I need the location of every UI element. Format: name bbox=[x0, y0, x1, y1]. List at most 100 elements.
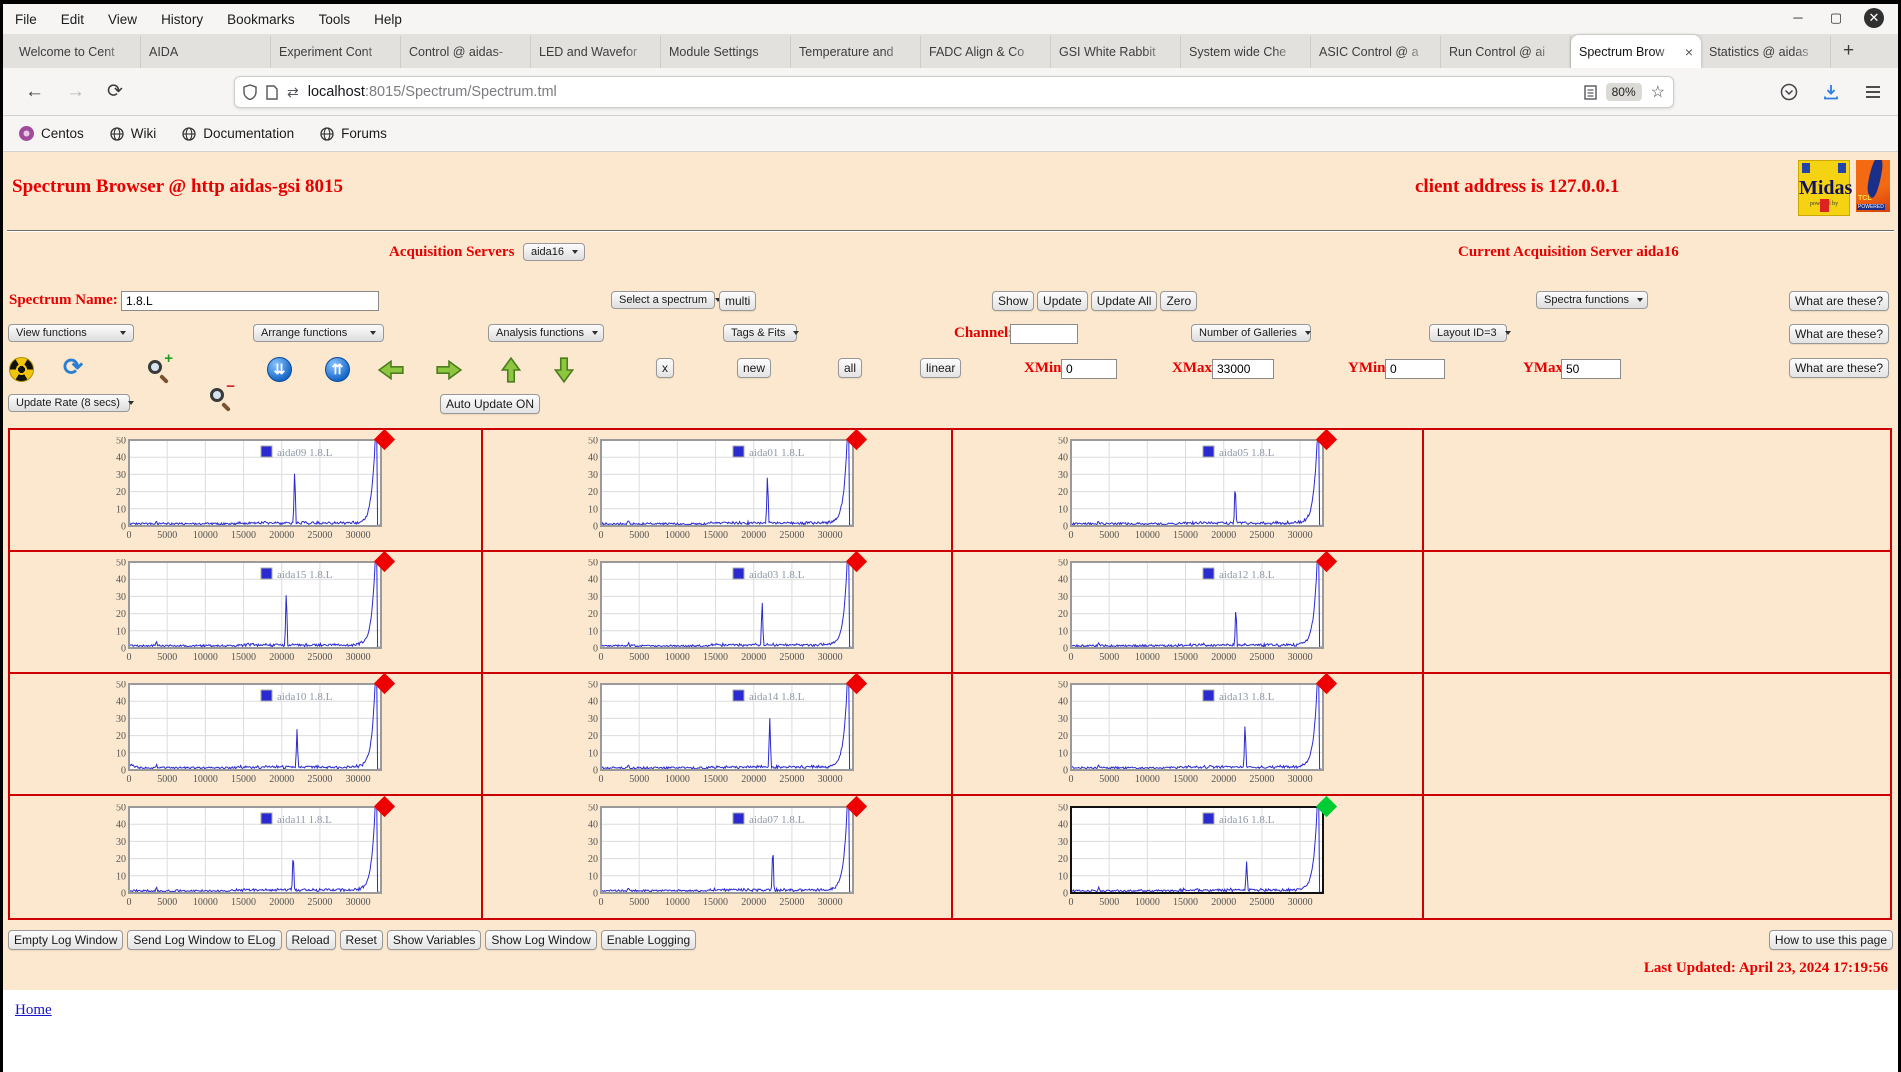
how-to-use-button[interactable]: How to use this page bbox=[1768, 930, 1893, 950]
tab-temperature-and[interactable]: Temperature and bbox=[791, 36, 921, 68]
what-are-these-button-1[interactable]: What are these? bbox=[1788, 291, 1889, 311]
bookmark-documentation[interactable]: Documentation bbox=[182, 126, 294, 141]
menu-tools[interactable]: Tools bbox=[319, 12, 351, 27]
tab-welcome-to-cent[interactable]: Welcome to Cent bbox=[11, 36, 141, 68]
what-are-these-button-2[interactable]: What are these? bbox=[1788, 324, 1889, 344]
spectrum-panel-aida13[interactable]: aida13 1.8.L 0 10 20 30 40 50 0 5000 10000 15000 20… bbox=[1045, 672, 1338, 787]
download-icon[interactable] bbox=[1822, 83, 1840, 101]
reload-icon[interactable]: ⟳ bbox=[107, 80, 123, 103]
arrow-left-icon[interactable] bbox=[377, 358, 405, 382]
show-log-window-button[interactable]: Show Log Window bbox=[485, 930, 597, 950]
acquisition-server-select[interactable]: aida16 bbox=[523, 243, 585, 261]
spectrum-panel-aida03[interactable]: aida03 1.8.L 0 10 20 30 40 50 0 5000 10000 15000 20… bbox=[575, 550, 867, 665]
forward-icon[interactable]: → bbox=[66, 81, 85, 103]
spectrum-panel-aida16[interactable]: aida16 1.8.L 0 10 20 30 40 50 0 5000 10000 15000 20… bbox=[1045, 795, 1338, 910]
spectrum-plot[interactable]: aida10 1.8.L 0 10 20 30 40 50 0 5000 10000 15000 20… bbox=[103, 680, 388, 785]
galleries-dropdown[interactable]: Number of Galleries bbox=[1191, 324, 1311, 342]
menu-edit[interactable]: Edit bbox=[61, 12, 84, 27]
reset-button[interactable]: Reset bbox=[339, 930, 383, 950]
tab-close-icon[interactable]: × bbox=[1685, 44, 1693, 60]
spectra-functions-dropdown[interactable]: Spectra functions bbox=[1536, 291, 1648, 309]
spectrum-panel-aida10[interactable]: aida10 1.8.L 0 10 20 30 40 50 0 5000 10000 15000 20… bbox=[103, 672, 396, 787]
tab-experiment-cont[interactable]: Experiment Cont bbox=[271, 36, 401, 68]
show-button[interactable]: Show bbox=[992, 291, 1035, 311]
spectrum-plot[interactable]: aida15 1.8.L 0 10 20 30 40 50 0 5000 10000 15000 20… bbox=[103, 558, 388, 663]
spectrum-panel-aida09[interactable]: aida09 1.8.L 0 10 20 30 40 50 0 5000 10000 15000 20… bbox=[103, 428, 396, 543]
ymax-input[interactable] bbox=[1561, 359, 1621, 379]
menu-help[interactable]: Help bbox=[374, 12, 402, 27]
show-variables-button[interactable]: Show Variables bbox=[386, 930, 482, 950]
spectrum-name-input[interactable] bbox=[121, 291, 379, 311]
enable-logging-button[interactable]: Enable Logging bbox=[600, 930, 697, 950]
spectrum-plot[interactable]: aida14 1.8.L 0 10 20 30 40 50 0 5000 10000 15000 20… bbox=[575, 680, 860, 785]
empty-log-window-button[interactable]: Empty Log Window bbox=[8, 930, 124, 950]
ymin-input[interactable] bbox=[1385, 359, 1445, 379]
spectrum-panel-aida14[interactable]: aida14 1.8.L 0 10 20 30 40 50 0 5000 10000 15000 20… bbox=[575, 672, 867, 787]
channel-input[interactable] bbox=[1010, 324, 1078, 344]
tab-run-control-ai[interactable]: Run Control @ ai bbox=[1441, 36, 1571, 68]
update-all-button[interactable]: Update All bbox=[1090, 291, 1158, 311]
tab-aida[interactable]: AIDA bbox=[141, 36, 271, 68]
expand-icon[interactable]: ⇈ bbox=[325, 357, 350, 382]
reader-mode-icon[interactable] bbox=[1583, 84, 1597, 100]
tags-fits-dropdown[interactable]: Tags & Fits bbox=[723, 324, 800, 342]
tab-statistics-aidas[interactable]: Statistics @ aidas bbox=[1701, 36, 1831, 68]
spectrum-plot[interactable]: aida07 1.8.L 0 10 20 30 40 50 0 5000 10000 15000 20… bbox=[575, 803, 860, 908]
spectrum-panel-aida01[interactable]: aida01 1.8.L 0 10 20 30 40 50 0 5000 10000 15000 20… bbox=[575, 428, 867, 543]
refresh-icon[interactable]: ⟳ bbox=[63, 355, 83, 381]
pocket-icon[interactable] bbox=[1780, 83, 1798, 101]
menu-bookmarks[interactable]: Bookmarks bbox=[227, 12, 295, 27]
close-button[interactable]: ✕ bbox=[1864, 8, 1884, 28]
linear-button[interactable]: linear bbox=[920, 358, 962, 378]
what-are-these-button-3[interactable]: What are these? bbox=[1788, 358, 1889, 378]
home-link[interactable]: Home bbox=[15, 1002, 52, 1019]
zoom-in-icon[interactable]: + bbox=[145, 350, 175, 384]
page-info-icon[interactable] bbox=[266, 84, 278, 100]
spectrum-plot[interactable]: aida16 1.8.L 0 10 20 30 40 50 0 5000 10000 15000 20… bbox=[1045, 803, 1330, 908]
radioactive-icon[interactable] bbox=[9, 357, 34, 382]
view-functions-dropdown[interactable]: View functions bbox=[8, 324, 134, 342]
select-spectrum-dropdown[interactable]: Select a spectrum bbox=[611, 291, 722, 309]
auto-update-button[interactable]: Auto Update ON bbox=[440, 394, 541, 414]
all-button[interactable]: all bbox=[838, 358, 863, 378]
tab-gsi-white-rabbit[interactable]: GSI White Rabbit bbox=[1051, 36, 1181, 68]
new-button[interactable]: new bbox=[737, 358, 772, 378]
spectrum-plot[interactable]: aida03 1.8.L 0 10 20 30 40 50 0 5000 10000 15000 20… bbox=[575, 558, 860, 663]
back-icon[interactable]: ← bbox=[25, 81, 44, 103]
layout-dropdown[interactable]: Layout ID=3 bbox=[1429, 324, 1511, 342]
analysis-functions-dropdown[interactable]: Analysis functions bbox=[488, 324, 604, 342]
spectrum-plot[interactable]: aida13 1.8.L 0 10 20 30 40 50 0 5000 10000 15000 20… bbox=[1045, 680, 1330, 785]
tab-system-wide-che[interactable]: System wide Che bbox=[1181, 36, 1311, 68]
spectrum-plot[interactable]: aida01 1.8.L 0 10 20 30 40 50 0 5000 10000 15000 20… bbox=[575, 436, 860, 541]
spectrum-panel-aida12[interactable]: aida12 1.8.L 0 10 20 30 40 50 0 5000 10000 15000 20… bbox=[1045, 550, 1338, 665]
spectrum-plot[interactable]: aida12 1.8.L 0 10 20 30 40 50 0 5000 10000 15000 20… bbox=[1045, 558, 1330, 663]
bookmark-wiki[interactable]: Wiki bbox=[110, 126, 156, 141]
bookmark-centos[interactable]: Centos bbox=[19, 126, 84, 141]
spectrum-plot[interactable]: aida09 1.8.L 0 10 20 30 40 50 0 5000 10000 15000 20… bbox=[103, 436, 388, 541]
multi-button[interactable]: multi bbox=[719, 291, 757, 311]
spectrum-panel-aida07[interactable]: aida07 1.8.L 0 10 20 30 40 50 0 5000 10000 15000 20… bbox=[575, 795, 867, 910]
spectrum-plot[interactable]: aida11 1.8.L 0 10 20 30 40 50 0 5000 10000 15000 20… bbox=[103, 803, 388, 908]
url-text[interactable]: localhost:8015/Spectrum/Spectrum.tml bbox=[308, 84, 557, 100]
minimize-button[interactable]: ─ bbox=[1788, 8, 1808, 28]
x-button[interactable]: x bbox=[656, 358, 674, 378]
zoom-level-badge[interactable]: 80% bbox=[1605, 83, 1642, 101]
tab-module-settings[interactable]: Module Settings bbox=[661, 36, 791, 68]
menu-view[interactable]: View bbox=[108, 12, 137, 27]
menu-history[interactable]: History bbox=[161, 12, 203, 27]
spectrum-panel-aida15[interactable]: aida15 1.8.L 0 10 20 30 40 50 0 5000 10000 15000 20… bbox=[103, 550, 396, 665]
zero-button[interactable]: Zero bbox=[1160, 291, 1198, 311]
maximize-button[interactable]: ▢ bbox=[1826, 8, 1846, 28]
update-button[interactable]: Update bbox=[1037, 291, 1088, 311]
bookmark-forums[interactable]: Forums bbox=[320, 126, 387, 141]
menu-file[interactable]: File bbox=[15, 12, 37, 27]
update-rate-dropdown[interactable]: Update Rate (8 secs) bbox=[8, 394, 134, 412]
arrow-right-icon[interactable] bbox=[435, 358, 463, 382]
collapse-icon[interactable]: ⇊ bbox=[267, 357, 292, 382]
arrow-up-icon[interactable] bbox=[497, 356, 525, 384]
new-tab-button[interactable]: + bbox=[1831, 40, 1866, 62]
bookmark-star-icon[interactable]: ☆ bbox=[1651, 82, 1665, 102]
xmin-input[interactable] bbox=[1061, 359, 1117, 379]
spectrum-panel-aida11[interactable]: aida11 1.8.L 0 10 20 30 40 50 0 5000 10000 15000 20… bbox=[103, 795, 396, 910]
arrange-functions-dropdown[interactable]: Arrange functions bbox=[253, 324, 384, 342]
